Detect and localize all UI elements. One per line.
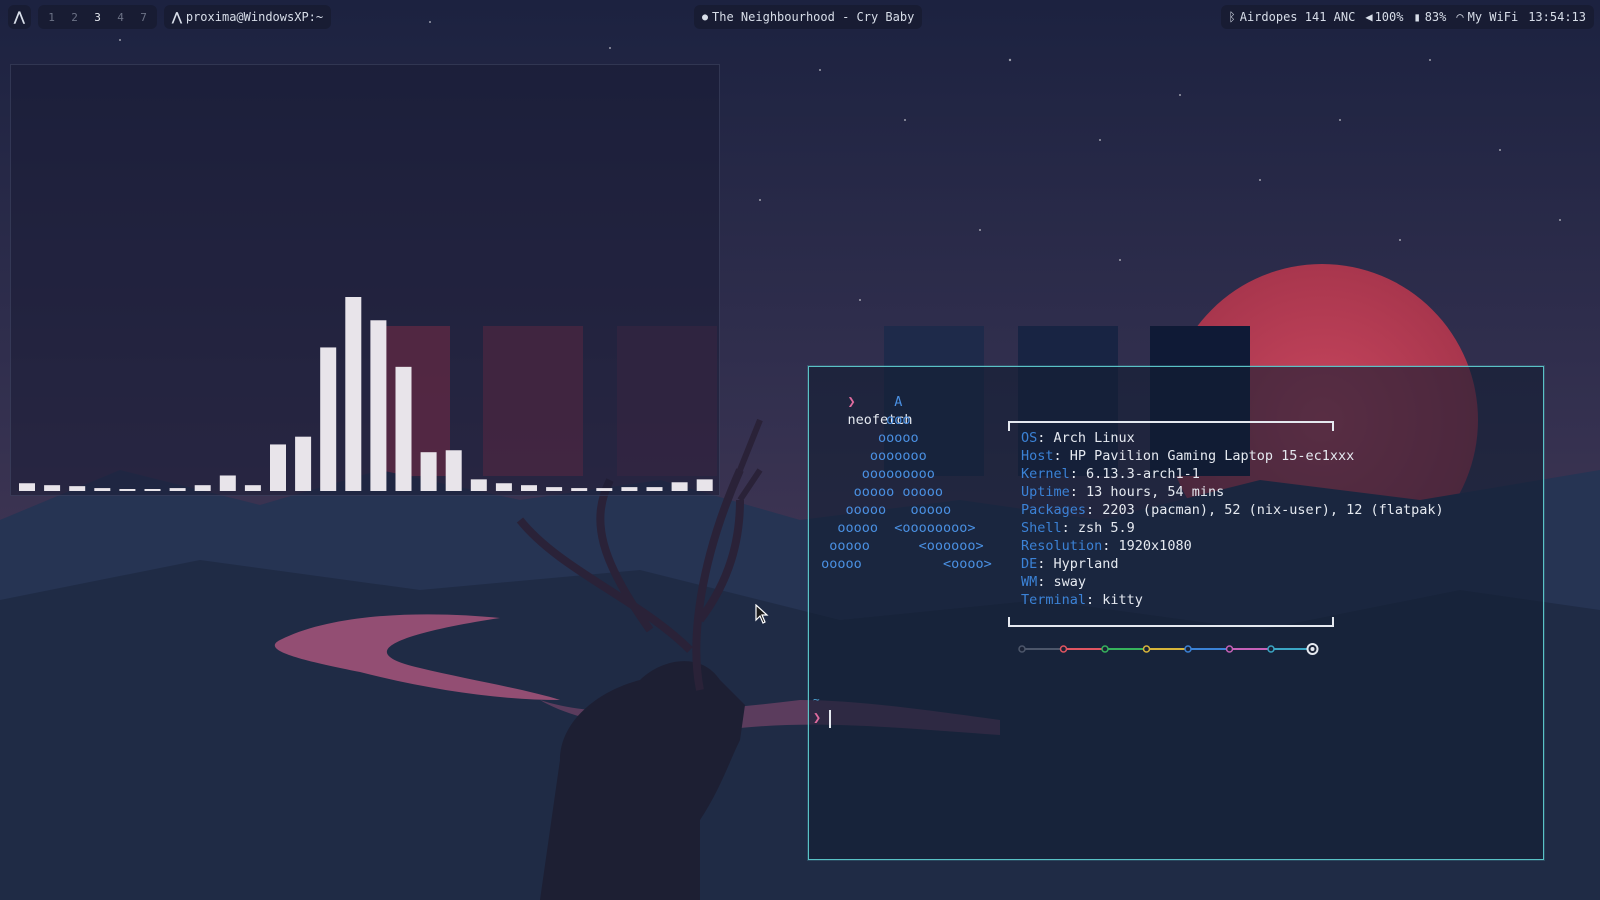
logo-line: ooooo ooooo	[813, 502, 952, 518]
logo-line: ooooo <oooooo>	[813, 538, 984, 554]
info-value: 13 hours, 54 mins	[1086, 484, 1225, 500]
logo-line: ooooooo	[813, 448, 927, 464]
info-value: Hyprland	[1053, 556, 1119, 572]
palette-dot	[1018, 645, 1026, 653]
palette-dot	[1101, 645, 1109, 653]
top-bar: ⋀ 1 2 3 4 7 ⋀ proxima@WindowsXP:~ ● The …	[0, 0, 1600, 34]
bluetooth-device[interactable]: Airdopes 141 ANC	[1240, 10, 1356, 24]
mouse-pointer-icon	[755, 604, 769, 624]
visualizer-bar	[370, 320, 387, 491]
info-key: Shell	[1021, 520, 1062, 536]
visualizer-bar	[169, 488, 186, 491]
visualizer-bar	[521, 485, 537, 491]
visualizer-bar	[445, 450, 462, 491]
workspace-2[interactable]: 2	[63, 11, 86, 24]
battery-level: 83%	[1424, 10, 1447, 24]
palette-dot	[1225, 645, 1234, 653]
workspace-3[interactable]: 3	[86, 11, 109, 24]
visualizer-bar	[646, 487, 663, 491]
visualizer-bar	[621, 487, 638, 491]
cwd-indicator: ~	[813, 693, 820, 706]
visualizer-bar	[194, 485, 211, 491]
info-key: Kernel	[1021, 466, 1070, 482]
visualizer-bars	[19, 297, 713, 491]
info-key: Terminal	[1021, 592, 1087, 608]
visualizer-bar	[320, 347, 337, 491]
visualizer-bar	[19, 483, 35, 491]
active-window-title: proxima@WindowsXP:~	[185, 10, 324, 24]
logo-line: ooooo <oooooooo>	[813, 520, 976, 536]
visualizer-bar	[696, 479, 713, 491]
visualizer-bar	[219, 475, 236, 491]
launcher-button[interactable]: ⋀	[8, 5, 31, 29]
workspace-1[interactable]: 1	[40, 11, 63, 24]
music-icon: ●	[702, 11, 709, 23]
visualizer-bar	[144, 489, 161, 491]
palette-dot	[1059, 645, 1068, 653]
arch-icon: ⋀	[14, 9, 25, 25]
visualizer-bar	[470, 479, 487, 491]
wifi-icon[interactable]: ◠	[1456, 10, 1463, 24]
info-key: DE	[1021, 556, 1038, 572]
info-key: WM	[1021, 574, 1038, 590]
visualizer-bar	[571, 488, 588, 491]
visualizer-bar	[270, 444, 286, 491]
status-area: ᛒ Airdopes 141 ANC ◀ 100% ▮ 83% ◠ My WiF…	[1220, 5, 1594, 29]
info-key: OS	[1021, 430, 1038, 446]
info-key: Host	[1021, 448, 1054, 464]
terminal-window[interactable]: ❯ neofetch A ooo ooooo ooooooo ooooooooo…	[808, 366, 1544, 860]
palette-dot-center	[1310, 647, 1315, 651]
wifi-network[interactable]: My WiFi	[1468, 10, 1519, 24]
audio-visualizer-window[interactable]	[10, 64, 720, 496]
palette-dot	[1267, 645, 1275, 653]
visualizer-bar	[345, 297, 362, 491]
logo-line: ooo	[813, 412, 911, 428]
palette-dot	[1142, 645, 1151, 653]
info-key: Resolution	[1021, 538, 1103, 554]
info-value: kitty	[1102, 592, 1143, 608]
visualizer-bar	[495, 483, 512, 491]
info-value: 6.13.3-arch1-1	[1086, 466, 1200, 482]
media-title: The Neighbourhood - Cry Baby	[712, 10, 915, 24]
info-value: 2203 (pacman), 52 (nix-user), 12 (flatpa…	[1102, 502, 1444, 518]
info-value: 1920x1080	[1118, 538, 1192, 554]
volume-level[interactable]: 100%	[1375, 10, 1404, 24]
visualizer-bar	[44, 485, 61, 491]
info-value: HP Pavilion Gaming Laptop 15-ec1xxx	[1069, 448, 1355, 464]
text-cursor	[829, 710, 831, 728]
visualizer-bar	[244, 485, 261, 491]
visualizer-bar	[295, 436, 312, 491]
workspace-4[interactable]: 4	[109, 11, 132, 24]
info-value: sway	[1053, 574, 1087, 590]
info-value: zsh 5.9	[1077, 520, 1135, 536]
info-key: Uptime	[1021, 484, 1070, 500]
workspace-switcher: 1 2 3 4 7	[38, 5, 157, 29]
logo-line: ooooo ooooo	[813, 484, 944, 500]
visualizer-bar	[119, 489, 136, 491]
logo-line: ooooooooo	[813, 466, 935, 482]
logo-line: ooooo <oooo>	[813, 556, 992, 572]
logo-line: A	[813, 394, 903, 410]
visualizer-bar	[395, 366, 412, 491]
bluetooth-icon[interactable]: ᛒ	[1229, 10, 1236, 24]
color-palette	[1018, 643, 1319, 655]
palette-dot	[1184, 645, 1192, 653]
battery-icon: ▮	[1413, 10, 1421, 24]
arch-icon: ⋀	[172, 10, 182, 24]
visualizer-bar	[94, 488, 111, 491]
logo-line: ooooo	[813, 430, 919, 446]
active-window[interactable]: ⋀ proxima@WindowsXP:~	[164, 5, 332, 29]
visualizer-bar	[69, 486, 86, 491]
clock: 13:54:13	[1528, 10, 1586, 24]
visualizer-bar	[546, 487, 563, 491]
media-widget[interactable]: ● The Neighbourhood - Cry Baby	[694, 5, 923, 29]
info-key: Packages	[1021, 502, 1087, 518]
visualizer-bar	[596, 488, 613, 491]
visualizer-bar	[420, 452, 437, 491]
info-value: Arch Linux	[1053, 430, 1135, 446]
volume-icon[interactable]: ◀	[1365, 10, 1372, 24]
workspace-7[interactable]: 7	[132, 11, 155, 24]
prompt-symbol: ❯	[813, 710, 822, 726]
visualizer-bar	[671, 482, 688, 491]
